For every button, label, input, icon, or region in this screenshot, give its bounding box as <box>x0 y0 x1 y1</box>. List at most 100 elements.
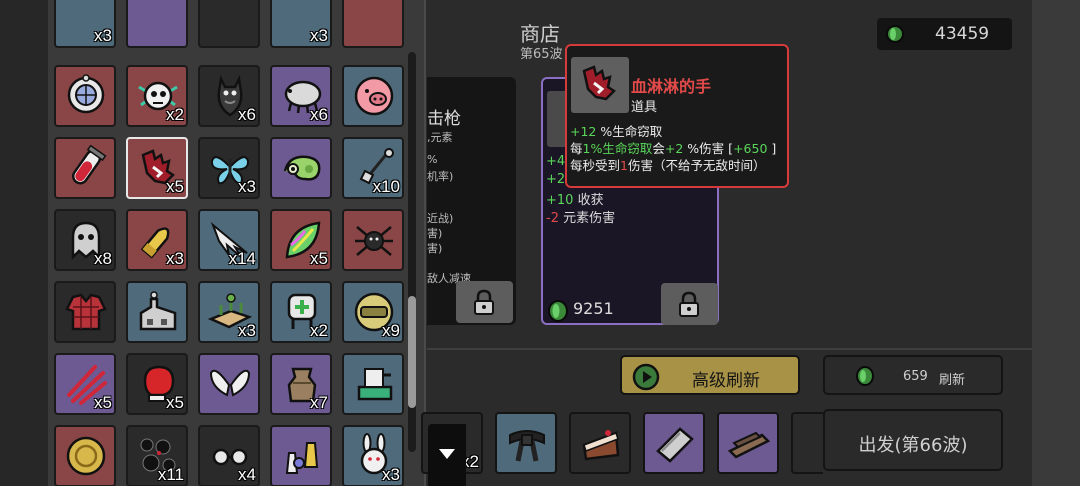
right-margin <box>1032 0 1080 486</box>
lock-button[interactable] <box>456 281 513 323</box>
item-slot-selected[interactable]: x5 <box>126 137 188 199</box>
item-slot[interactable] <box>270 425 332 486</box>
item-slot[interactable]: x3 <box>198 281 260 343</box>
item-slot[interactable] <box>126 281 188 343</box>
tooltip-item-name: 血淋淋的手 <box>631 77 712 96</box>
item-slot[interactable]: x11 <box>126 425 188 486</box>
item-slot[interactable]: x6 <box>270 65 332 127</box>
owned-item-slot[interactable] <box>569 412 631 474</box>
shop-item-card[interactable]: 击枪 ,元素 % 机率) 近战) 害) 害) 敌人减速 <box>427 77 516 325</box>
inventory-scrollbar-thumb[interactable] <box>408 296 416 408</box>
card-stat-line: -2 元素伤害 <box>546 211 616 226</box>
item-qty: x4 <box>238 465 256 484</box>
item-qty: x2 <box>166 105 184 124</box>
inventory-grid: x3 x3 x2 x6 x6 x5 x3 x10 x8 x3 x14 x5 x3… <box>48 0 408 486</box>
go-next-wave-label: 出发(第66波) <box>858 435 968 456</box>
card-stat-line: % <box>427 153 438 166</box>
item-qty: x3 <box>238 321 256 340</box>
owned-item-slot[interactable] <box>643 412 705 474</box>
tooltip-item-icon-frame <box>571 57 629 113</box>
material-coin-icon <box>548 300 568 322</box>
card-stat-line: 害) <box>427 227 443 240</box>
advanced-refresh-label: 高级刷新 <box>692 371 760 391</box>
card-stat-line: 机率) <box>427 170 454 183</box>
item-slot[interactable]: x3 <box>198 137 260 199</box>
item-qty: x6 <box>238 105 256 124</box>
refresh-cost: 659 <box>903 369 928 384</box>
item-slot[interactable]: x9 <box>342 281 404 343</box>
item-slot[interactable]: x14 <box>198 209 260 271</box>
item-slot[interactable]: x5 <box>270 209 332 271</box>
item-price: 9251 <box>573 299 614 318</box>
item-slot[interactable] <box>342 209 404 271</box>
item-slot[interactable]: x5 <box>54 353 116 415</box>
metal-plate-icon <box>656 427 694 463</box>
sewing-machine-icon <box>357 368 393 401</box>
wave-label: 第65波 <box>520 47 563 62</box>
item-slot[interactable]: x8 <box>54 209 116 271</box>
item-slot[interactable] <box>342 0 404 48</box>
collapse-inventory-button[interactable] <box>428 424 466 486</box>
advanced-refresh-button[interactable]: 高级刷新 <box>620 355 800 395</box>
blood-vial-icon <box>72 145 107 185</box>
owned-item-slot-partial[interactable] <box>791 412 823 474</box>
item-slot[interactable] <box>54 65 116 127</box>
lock-button[interactable] <box>661 283 718 325</box>
item-qty: x9 <box>382 321 400 340</box>
play-ad-icon <box>632 363 660 391</box>
item-qty: x11 <box>157 465 184 484</box>
item-slot[interactable]: x3 <box>54 0 116 48</box>
tooltip-item-category: 道具 <box>631 100 658 115</box>
card-stat-line: 近战) <box>427 212 454 225</box>
card-stat-line: 害) <box>427 242 443 255</box>
item-slot[interactable]: x5 <box>126 353 188 415</box>
item-slot[interactable]: x2 <box>270 281 332 343</box>
item-slot[interactable]: x3 <box>126 209 188 271</box>
item-slot[interactable] <box>270 137 332 199</box>
item-qty: x6 <box>310 105 328 124</box>
item-slot[interactable]: x10 <box>342 137 404 199</box>
item-qty: x7 <box>310 393 328 412</box>
owned-item-slot[interactable] <box>717 412 779 474</box>
chameleon-icon <box>283 155 321 181</box>
black-belt-icon <box>509 430 545 462</box>
item-qty: x3 <box>382 465 400 484</box>
refresh-button[interactable]: 659 刷新 <box>823 355 1003 395</box>
item-qty: x3 <box>238 177 256 196</box>
item-slot[interactable] <box>126 0 188 48</box>
owned-item-slot[interactable] <box>495 412 557 474</box>
angel-wings-icon <box>209 369 251 397</box>
item-slot[interactable]: x6 <box>198 65 260 127</box>
factory-icon <box>139 291 177 331</box>
refresh-label: 刷新 <box>939 373 966 388</box>
card-stat-line: +4 <box>546 154 566 169</box>
item-slot[interactable] <box>342 353 404 415</box>
go-next-wave-button[interactable]: 出发(第66波) <box>823 409 1003 471</box>
item-slot[interactable] <box>198 0 260 48</box>
item-qty: x14 <box>228 249 256 268</box>
bloody-hand-icon <box>582 65 616 101</box>
item-qty: x8 <box>94 249 112 268</box>
money-display: 43459 <box>877 18 1012 50</box>
tooltip-stat-line: 每秒受到1伤害（不给予无敌时间） <box>570 158 766 173</box>
item-qty: x5 <box>310 249 328 268</box>
item-slot[interactable]: x3 <box>270 0 332 48</box>
item-slot[interactable] <box>198 353 260 415</box>
item-qty: x5 <box>166 177 184 196</box>
item-slot[interactable]: x2 <box>126 65 188 127</box>
item-qty: x2 <box>310 321 328 340</box>
item-slot[interactable] <box>342 65 404 127</box>
item-slot[interactable]: x3 <box>342 425 404 486</box>
chevron-down-icon <box>439 449 455 459</box>
item-slot[interactable]: x4 <box>198 425 260 486</box>
card-stat-line: ,元素 <box>427 131 453 144</box>
item-slot[interactable] <box>54 281 116 343</box>
material-coin-icon <box>886 25 904 43</box>
item-slot[interactable] <box>54 137 116 199</box>
material-coin-icon <box>856 366 874 386</box>
pig-icon <box>354 76 394 116</box>
item-qty: x10 <box>372 177 400 196</box>
item-slot[interactable] <box>54 425 116 486</box>
dreamcatcher-icon <box>67 74 105 114</box>
item-slot[interactable]: x7 <box>270 353 332 415</box>
